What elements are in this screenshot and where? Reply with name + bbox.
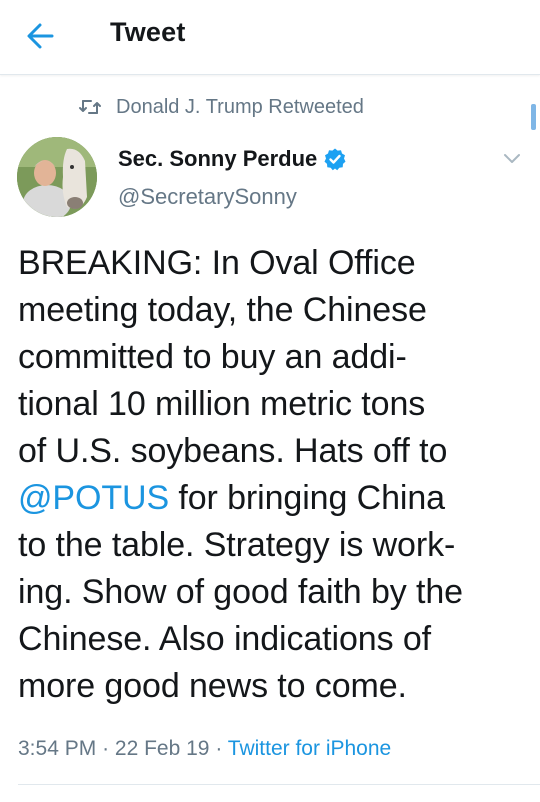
tweet-date: 22 Feb 19 — [114, 737, 210, 760]
divider — [18, 784, 540, 785]
text-segment: more good news to come. — [18, 667, 407, 705]
tweet-text-line: ing. Show of good faith by the — [18, 569, 533, 616]
retweet-icon — [79, 100, 101, 114]
text-segment: to the table. Strategy is work- — [18, 526, 456, 564]
text-segment: committed to buy an addi- — [18, 338, 407, 376]
tweet-text-line: meeting today, the Chinese — [18, 287, 533, 334]
retweet-context-label: Donald J. Trump Retweeted — [116, 95, 364, 118]
separator-dot: · — [215, 737, 227, 760]
tweet-options-button[interactable] — [502, 152, 522, 166]
profile-photo — [17, 137, 97, 217]
tweet-text-line: tional 10 million metric tons — [18, 381, 533, 428]
tweet-text-line: of U.S. soybeans. Hats off to — [18, 428, 533, 475]
tweet-text-line: more good news to come. — [18, 663, 533, 710]
scrollbar[interactable] — [531, 104, 536, 130]
text-segment: Chinese. Also indications of — [18, 620, 432, 658]
avatar[interactable] — [17, 137, 97, 217]
separator-dot: · — [102, 737, 115, 760]
text-segment: of U.S. soybeans. Hats off to — [18, 432, 448, 470]
text-segment: ing. Show of good faith by the — [18, 573, 463, 611]
tweet-time: 3:54 PM — [18, 737, 97, 760]
text-segment: for bringing China — [169, 479, 445, 517]
author-display-name[interactable]: Sec. Sonny Perdue — [118, 146, 317, 172]
separator-glyph: · — [102, 737, 110, 760]
author-handle[interactable]: @SecretarySonny — [118, 184, 297, 210]
tweet-text-line: committed to buy an addi- — [18, 334, 533, 381]
mention-link-potus[interactable]: @POTUS — [18, 479, 169, 517]
tweet-text-line: to the table. Strategy is work- — [18, 522, 533, 569]
tweet-metadata: 3:54 PM · 22 Feb 19 · Twitter for iPhone — [18, 737, 391, 761]
tweet-text-line: @POTUS for bringing China — [18, 475, 533, 522]
separator-glyph: · — [215, 737, 223, 760]
text-segment: meeting today, the Chinese — [18, 291, 427, 329]
text-segment: BREAKING: In Oval Office — [18, 244, 416, 282]
verified-badge-icon — [324, 148, 346, 171]
tweet-text-line: BREAKING: In Oval Office — [18, 240, 533, 287]
arrow-left-icon — [27, 23, 54, 49]
tweet-text: BREAKING: In Oval Office meeting today, … — [18, 240, 533, 710]
author-row[interactable]: Sec. Sonny Perdue — [118, 146, 347, 172]
tweet-text-line: Chinese. Also indications of — [18, 616, 533, 663]
text-segment: tional 10 million metric tons — [18, 385, 426, 423]
back-button[interactable] — [22, 20, 58, 52]
retweet-context[interactable]: Donald J. Trump Retweeted — [78, 94, 364, 120]
tweet-source-link[interactable]: Twitter for iPhone — [228, 737, 391, 760]
chevron-down-icon — [504, 154, 520, 163]
page-title: Tweet — [110, 17, 186, 47]
top-app-bar: Tweet — [0, 0, 540, 75]
